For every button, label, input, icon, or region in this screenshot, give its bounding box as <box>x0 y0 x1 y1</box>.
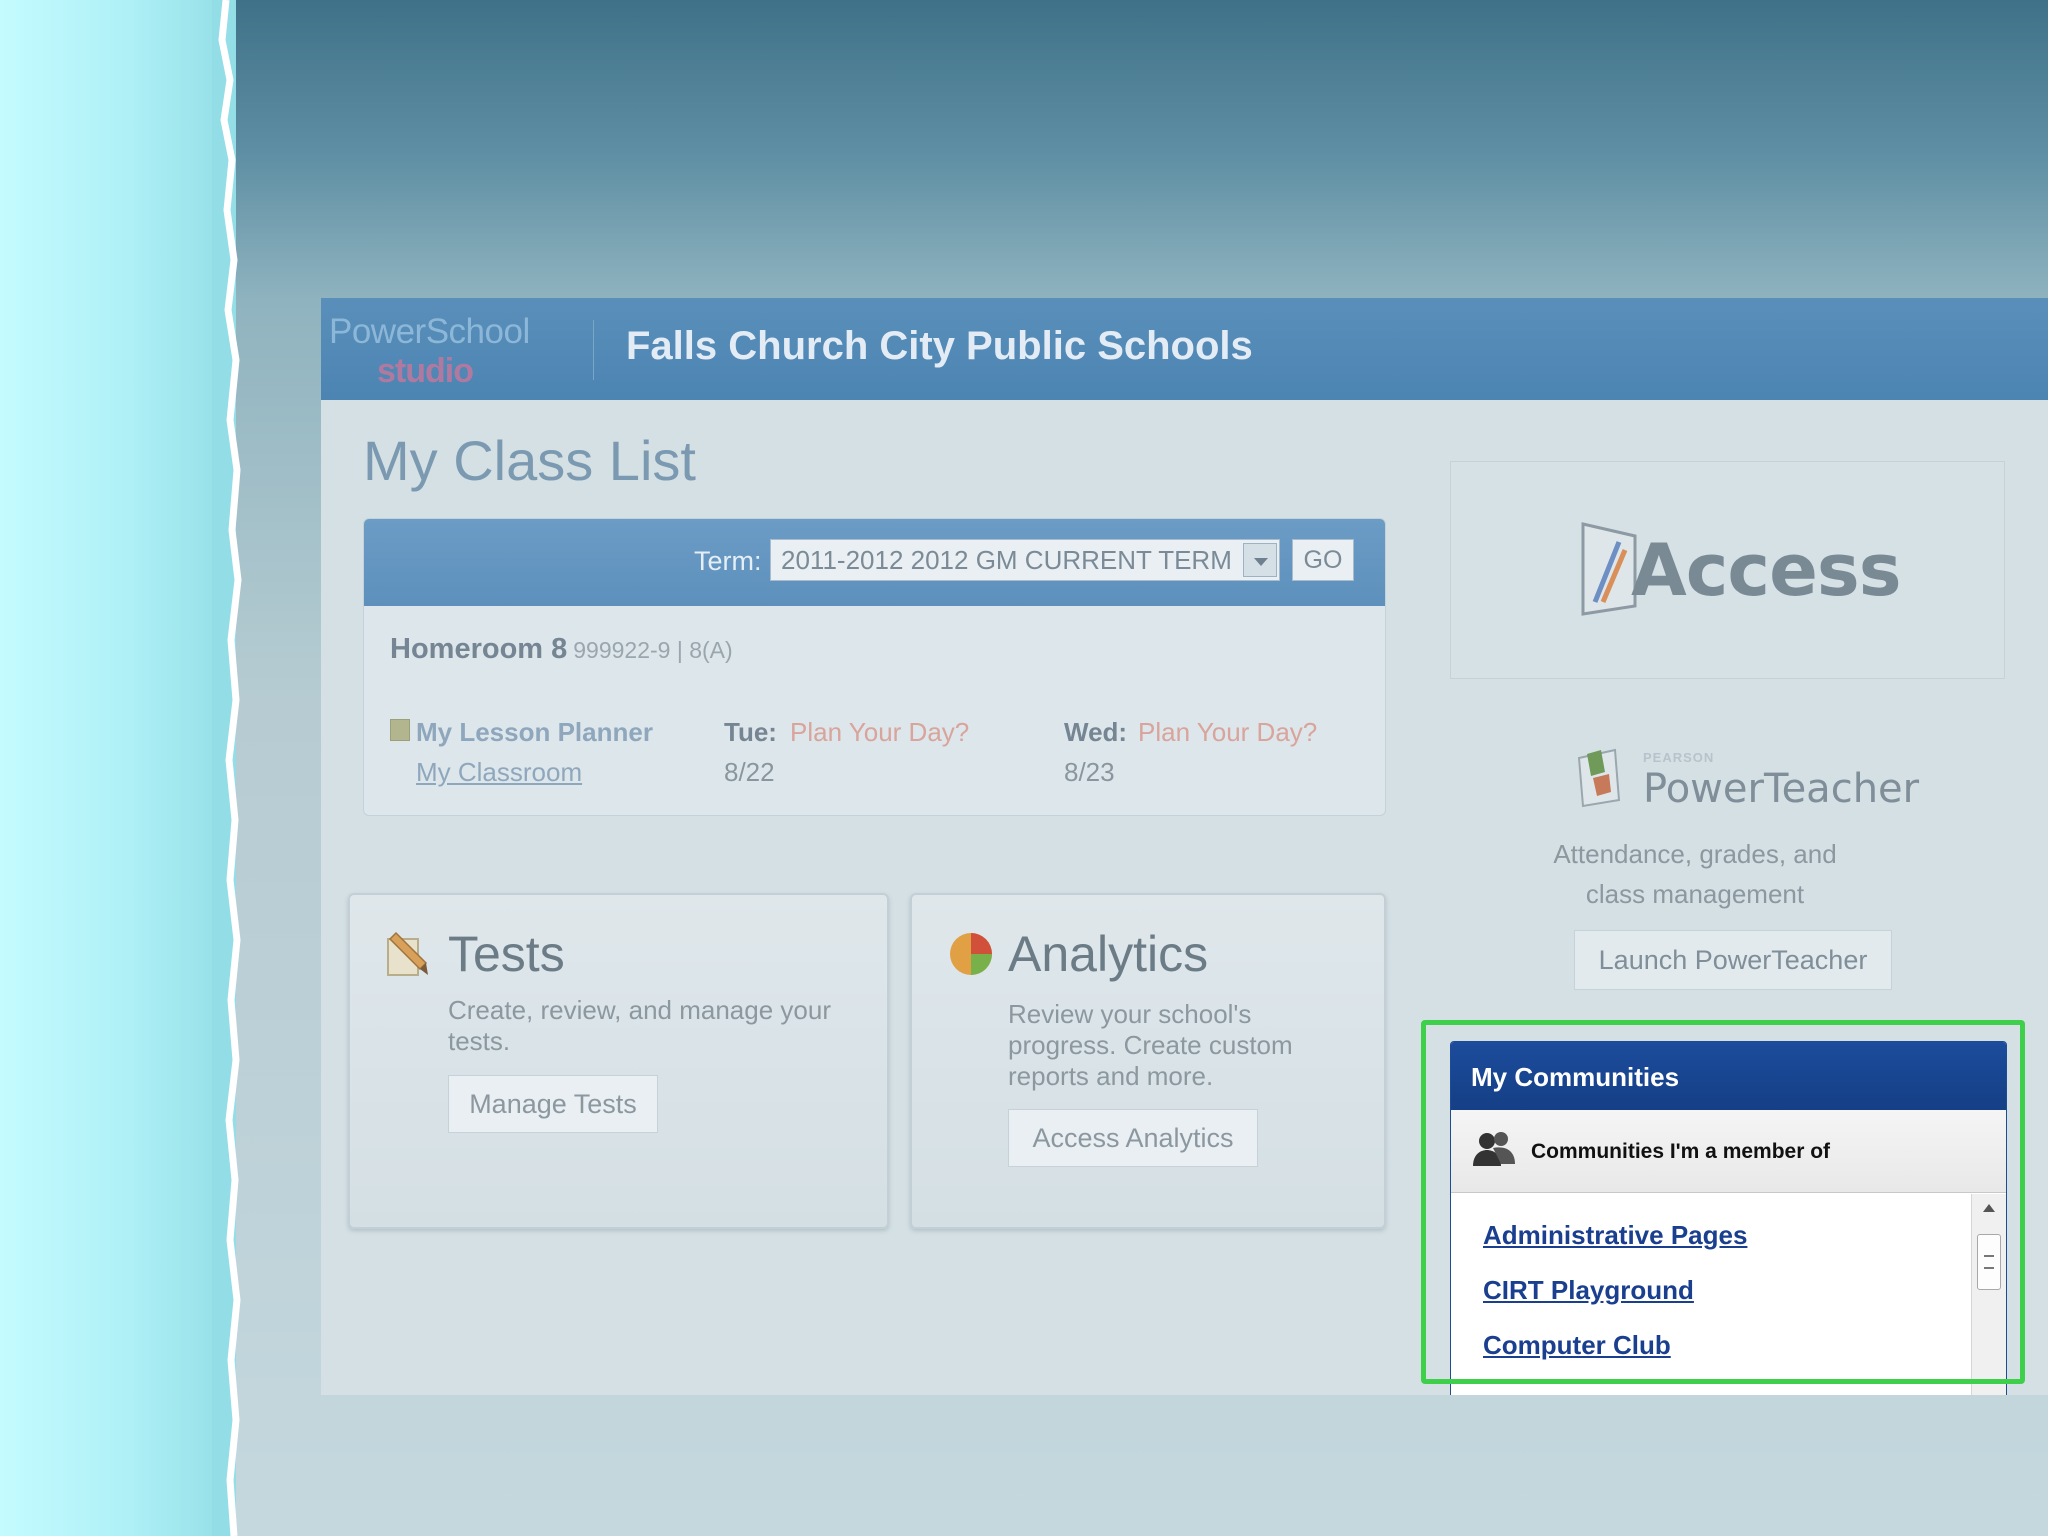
header-divider <box>593 320 594 380</box>
homeroom-code: 999922-9 | 8(A) <box>573 637 733 663</box>
launch-powerteacher-button[interactable]: Launch PowerTeacher <box>1574 930 1892 990</box>
manage-tests-button[interactable]: Manage Tests <box>448 1075 658 1133</box>
logo-text-bottom: studio <box>377 352 474 390</box>
lesson-planner-link[interactable]: My Lesson Planner <box>416 717 653 748</box>
page-title: My Class List <box>363 429 696 492</box>
powerteacher-description: Attendance, grades, and class management <box>1553 839 1837 909</box>
access-analytics-button[interactable]: Access Analytics <box>1008 1109 1258 1167</box>
powerschool-screenshot: PowerSchool studio Falls Church City Pub… <box>321 298 2048 1395</box>
analytics-description: Review your school's progress. Create cu… <box>1008 999 1293 1091</box>
analytics-card: Analytics Review your school's progress.… <box>910 893 1386 1229</box>
planner-icon <box>390 719 410 741</box>
term-select[interactable]: 2011-2012 2012 GM CURRENT TERM <box>770 539 1280 581</box>
access-logo-icon <box>1581 522 1637 616</box>
school-name: Falls Church City Public Schools <box>626 324 1253 368</box>
homeroom-heading: Homeroom 8 999922-9 | 8(A) <box>390 633 733 666</box>
plan-day-link-tue[interactable]: Plan Your Day? <box>790 717 969 748</box>
analytics-title: Analytics <box>1008 926 1209 982</box>
powerteacher-title: PowerTeacher <box>1643 766 1920 812</box>
pie-chart-icon <box>950 933 992 975</box>
day-date-wed: 8/23 <box>1064 757 1115 787</box>
tests-description: Create, review, and manage your tests. <box>448 995 831 1056</box>
term-selected-value: 2011-2012 2012 GM CURRENT TERM <box>781 545 1232 575</box>
communities-highlight-box <box>1421 1020 2025 1384</box>
tests-title: Tests <box>448 926 565 982</box>
powerteacher-logo-icon <box>1577 748 1621 808</box>
my-classroom-link[interactable]: My Classroom <box>416 757 582 788</box>
header-bar: PowerSchool studio Falls Church City Pub… <box>321 298 2048 400</box>
access-panel[interactable]: Access <box>1450 461 2005 679</box>
homeroom-name: Homeroom 8 <box>390 633 568 665</box>
day-label-wed: Wed: <box>1064 717 1128 747</box>
day-label-tue: Tue: <box>724 717 777 747</box>
plan-day-link-wed[interactable]: Plan Your Day? <box>1138 717 1317 748</box>
torn-paper-edge <box>212 0 242 1536</box>
chevron-down-icon[interactable] <box>1243 543 1277 577</box>
left-decorative-strip <box>0 0 236 1536</box>
day-date-tue: 8/22 <box>724 757 775 787</box>
powerschool-studio-logo[interactable]: PowerSchool studio <box>329 308 559 394</box>
pearson-label: PEARSON <box>1643 750 1715 765</box>
term-label: Term: <box>694 546 762 576</box>
go-button[interactable]: GO <box>1292 539 1354 581</box>
class-list-box: Term: 2011-2012 2012 GM CURRENT TERM GO … <box>363 518 1386 816</box>
logo-text-top: PowerSchool <box>329 312 530 351</box>
term-bar: Term: 2011-2012 2012 GM CURRENT TERM GO <box>364 519 1385 606</box>
access-logo-text: Access <box>1631 528 1902 612</box>
tests-card: Tests Create, review, and manage your te… <box>348 893 889 1229</box>
pencil-icon <box>387 931 428 976</box>
